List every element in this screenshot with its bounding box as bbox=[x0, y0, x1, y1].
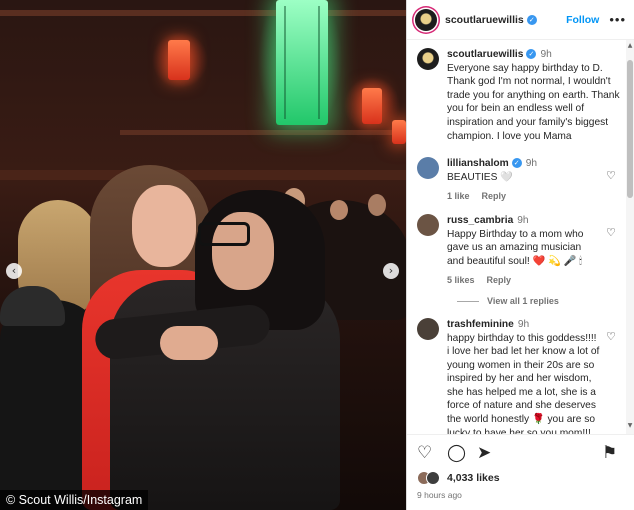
comment-text: happy birthday to this goddess!!!! i lov… bbox=[447, 332, 600, 435]
avatar[interactable] bbox=[417, 213, 439, 236]
post-timestamp: 9 hours ago bbox=[417, 490, 462, 500]
heart-icon[interactable]: ♡ bbox=[606, 169, 620, 204]
comment-username[interactable]: russ_cambria bbox=[447, 215, 513, 226]
comments-scrollbar[interactable]: ▲ ▼ bbox=[626, 40, 634, 434]
list-item: lillianshalom ✓ 9h BEAUTIES 🤍 1 like Reply … bbox=[417, 157, 620, 204]
scroll-down-icon[interactable]: ▼ bbox=[626, 422, 634, 432]
photo-credit: © Scout Willis/Instagram bbox=[0, 490, 149, 510]
verified-icon: ✓ bbox=[511, 158, 522, 169]
list-item: russ_cambria 9h Happy Birthday to a mom w… bbox=[417, 213, 620, 288]
glasses bbox=[198, 222, 250, 246]
reply-button[interactable]: Reply bbox=[487, 275, 512, 285]
post-sidebar: scoutlaruewillis ✓ Follow ••• scoutlaruew… bbox=[406, 0, 634, 510]
hand bbox=[160, 326, 218, 360]
heart-icon[interactable]: ♡ bbox=[606, 330, 620, 434]
red-lantern bbox=[362, 88, 382, 124]
caption: scoutlaruewillis ✓ 9h Everyone say happy b… bbox=[417, 48, 620, 143]
verified-icon: ✓ bbox=[526, 49, 537, 60]
comment-time: 9h bbox=[517, 214, 529, 226]
comment-username[interactable]: trashfeminine bbox=[447, 319, 514, 330]
comment-text: BEAUTIES 🤍 bbox=[447, 171, 513, 183]
follow-button[interactable]: Follow bbox=[566, 14, 599, 26]
save-icon[interactable]: ⚑ bbox=[602, 443, 624, 463]
share-icon[interactable]: ➤ bbox=[477, 443, 499, 463]
avatar bbox=[426, 471, 440, 485]
more-options-icon[interactable]: ••• bbox=[609, 12, 626, 27]
post-photo[interactable]: ‹ › © Scout Willis/Instagram bbox=[0, 0, 406, 510]
avatar[interactable] bbox=[415, 8, 437, 31]
comment-text: Happy Birthday to a mom who gave us an a… bbox=[447, 228, 584, 267]
scroll-up-icon[interactable]: ▲ bbox=[626, 42, 634, 52]
comment-icon[interactable]: ◯ bbox=[447, 443, 469, 463]
like-icon[interactable]: ♡ bbox=[417, 443, 439, 463]
list-item: trashfeminine 9h happy birthday to this g… bbox=[417, 317, 620, 435]
comment-text: Everyone say happy birthday to D. Thank … bbox=[447, 62, 620, 142]
comment-username[interactable]: scoutlaruewillis bbox=[447, 49, 523, 60]
heart-icon[interactable]: ♡ bbox=[606, 226, 620, 288]
ceiling-beam bbox=[0, 10, 406, 16]
username-link[interactable]: scoutlaruewillis bbox=[445, 14, 524, 26]
green-lantern bbox=[276, 0, 328, 125]
comment-time: 9h bbox=[517, 318, 530, 330]
comment-time: 9h bbox=[525, 158, 538, 170]
background-person bbox=[368, 194, 386, 216]
previous-photo-button[interactable]: ‹ bbox=[6, 263, 22, 279]
verified-icon: ✓ bbox=[526, 14, 537, 25]
likes-count[interactable]: 4,033 likes bbox=[447, 472, 500, 484]
ceiling-beam bbox=[120, 130, 406, 135]
woman-left-face bbox=[132, 185, 196, 267]
avatar[interactable] bbox=[417, 157, 439, 180]
avatar[interactable] bbox=[417, 317, 439, 340]
wall-trim bbox=[0, 170, 406, 180]
comment-likes[interactable]: 1 like bbox=[447, 191, 470, 201]
background-person bbox=[330, 200, 348, 220]
post-header: scoutlaruewillis ✓ Follow ••• bbox=[407, 0, 634, 40]
comment-likes[interactable]: 5 likes bbox=[447, 275, 475, 285]
comment-time: 9h bbox=[540, 49, 552, 60]
comment-username[interactable]: lillianshalom bbox=[447, 158, 509, 169]
avatar[interactable] bbox=[417, 48, 439, 70]
comments-list: scoutlaruewillis ✓ 9h Everyone say happy b… bbox=[407, 40, 626, 434]
red-lantern bbox=[168, 40, 190, 80]
red-lantern bbox=[392, 120, 406, 144]
header-username[interactable]: scoutlaruewillis ✓ bbox=[445, 14, 537, 26]
liker-avatars[interactable] bbox=[417, 471, 440, 485]
chevron-right-icon: › bbox=[388, 264, 394, 277]
next-photo-button[interactable]: › bbox=[383, 263, 399, 279]
scroll-thumb[interactable] bbox=[627, 60, 633, 198]
chevron-left-icon: ‹ bbox=[11, 264, 17, 277]
reply-button[interactable]: Reply bbox=[482, 191, 507, 201]
post-actions: ♡ ◯ ➤ ⚑ 4,033 likes 9 hours ago bbox=[407, 434, 634, 510]
view-replies-button[interactable]: View all 1 replies bbox=[457, 296, 620, 306]
